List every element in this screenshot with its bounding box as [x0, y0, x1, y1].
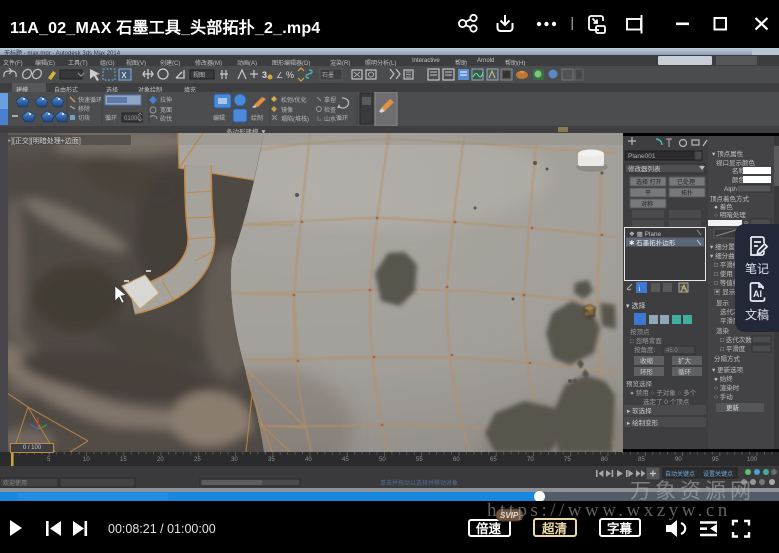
svg-text:● 始终: ● 始终 [714, 374, 733, 383]
svg-text:25: 25 [194, 457, 201, 463]
svg-text:倍速: 倍速 [476, 521, 502, 536]
svg-text:平: 平 [645, 190, 651, 197]
svg-text:按角度:: 按角度: [634, 345, 656, 354]
svg-text:▸ 软选择: ▸ 软选择 [627, 406, 652, 415]
svg-text:欢迎使用: 欢迎使用 [3, 479, 27, 487]
svg-text:更新: 更新 [726, 403, 740, 412]
svg-text:收缩: 收缩 [640, 356, 654, 365]
svg-text:○ 明暗处理: ○ 明暗处理 [714, 210, 746, 219]
svg-text:45: 45 [342, 457, 349, 463]
svg-text:绘制: 绘制 [251, 114, 263, 122]
svg-text:3: 3 [262, 70, 267, 80]
svg-text:85: 85 [638, 457, 645, 463]
svg-text:拿捏: 拿捏 [324, 96, 336, 104]
svg-text:砍伐: 砍伐 [160, 115, 172, 123]
svg-text:55: 55 [416, 457, 423, 463]
svg-text:Ⅰ₄: Ⅰ₄ [317, 117, 322, 123]
svg-text:已处理: 已处理 [677, 178, 695, 186]
svg-text:70: 70 [527, 457, 534, 463]
svg-text:20: 20 [157, 457, 164, 463]
svg-text:石墨: 石墨 [322, 72, 334, 79]
svg-text:80: 80 [601, 457, 608, 463]
svg-text:按顶点: 按顶点 [630, 327, 650, 336]
svg-text:扩大: 扩大 [678, 356, 692, 365]
svg-text:30: 30 [231, 457, 238, 463]
svg-text:▸ 绘制变形: ▸ 绘制变形 [627, 418, 659, 427]
svg-text:修改器列表: 修改器列表 [628, 164, 661, 173]
svg-text:渲染: 渲染 [716, 326, 730, 335]
svg-text:%: % [286, 70, 294, 80]
svg-text:切块: 切块 [78, 114, 90, 122]
svg-text:75: 75 [564, 457, 571, 463]
svg-text:❖ ▦ Plane: ❖ ▦ Plane [629, 231, 662, 238]
svg-text:预览选择: 预览选择 [626, 379, 653, 388]
svg-text:01000: 01000 [124, 116, 141, 122]
svg-text:[+][正交][明暗处理+边面]: [+][正交][明暗处理+边面] [5, 136, 81, 145]
svg-text:编辑: 编辑 [213, 114, 225, 122]
svg-text:单击并拖动以选择并移动对象: 单击并拖动以选择并移动对象 [380, 479, 458, 487]
svg-text:视图: 视图 [193, 71, 205, 79]
svg-text:○ 渲染时: ○ 渲染时 [714, 383, 740, 392]
svg-text:拓扑: 拓扑 [681, 189, 693, 197]
svg-text:字幕: 字幕 [607, 521, 633, 536]
svg-text:顶点着色方式: 顶点着色方式 [710, 194, 750, 203]
svg-text:▾ 选择: ▾ 选择 [626, 301, 645, 310]
svg-text:65: 65 [490, 457, 497, 463]
svg-text:○ 手动: ○ 手动 [714, 392, 733, 401]
svg-text:□ 忽略背面: □ 忽略背面 [630, 336, 662, 345]
svg-text:□ 迭代次数: □ 迭代次数 [720, 335, 752, 344]
svg-text:循环: 循环 [336, 114, 348, 122]
svg-text:快速循环: 快速循环 [78, 96, 102, 104]
svg-text:分隔方式: 分隔方式 [714, 354, 741, 363]
svg-text:50: 50 [379, 457, 386, 463]
svg-text:显示: 显示 [716, 299, 730, 307]
svg-text:45.0: 45.0 [666, 348, 678, 354]
svg-text:10: 10 [83, 457, 90, 463]
svg-text:● 着色: ● 着色 [714, 202, 733, 211]
svg-text:塌陷(堆栈): 塌陷(堆栈) [281, 115, 309, 123]
svg-text:选择 打开: 选择 打开 [636, 178, 662, 186]
svg-text:松弛/优化: 松弛/优化 [281, 96, 307, 104]
svg-text:✱ 石墨拓扑边形: ✱ 石墨拓扑边形 [629, 238, 676, 247]
svg-text:对称: 对称 [641, 200, 653, 208]
svg-text:□ 平滑度: □ 平滑度 [720, 344, 746, 353]
svg-text:▾ 顶点属性: ▾ 顶点属性 [712, 149, 744, 158]
svg-text:15: 15 [120, 457, 127, 463]
svg-text:选定了 0 个顶点: 选定了 0 个顶点 [643, 397, 690, 406]
svg-text:95: 95 [712, 457, 719, 463]
svg-text:AI: AI [753, 289, 762, 299]
svg-text:拉伸: 拉伸 [160, 96, 172, 104]
svg-text:Plane001: Plane001 [628, 153, 656, 160]
svg-text:35: 35 [268, 457, 275, 463]
svg-text:00:08:21 / 01:00:00: 00:08:21 / 01:00:00 [108, 522, 216, 536]
svg-text:100: 100 [747, 457, 758, 463]
svg-text:检查: 检查 [324, 106, 336, 114]
svg-text:▾ 更新选项: ▾ 更新选项 [712, 365, 744, 374]
svg-text:60: 60 [453, 457, 460, 463]
svg-text:移除: 移除 [78, 105, 90, 113]
svg-text:环形: 环形 [640, 368, 654, 376]
svg-text:循环: 循环 [678, 367, 692, 376]
svg-text:视口显示颜色: 视口显示颜色 [716, 158, 756, 167]
svg-text:● 禁用 ○ 子对象 ○ 多个: ● 禁用 ○ 子对象 ○ 多个 [630, 388, 697, 397]
svg-text:90: 90 [675, 457, 682, 463]
svg-text:宽面: 宽面 [160, 106, 172, 114]
svg-text:镜像: 镜像 [281, 106, 293, 114]
svg-text:山水: 山水 [324, 115, 336, 123]
svg-text:40: 40 [305, 457, 312, 463]
svg-text:∠: ∠ [276, 71, 283, 80]
svg-text:循环: 循环 [105, 114, 117, 122]
svg-text:超清: 超清 [541, 521, 568, 536]
